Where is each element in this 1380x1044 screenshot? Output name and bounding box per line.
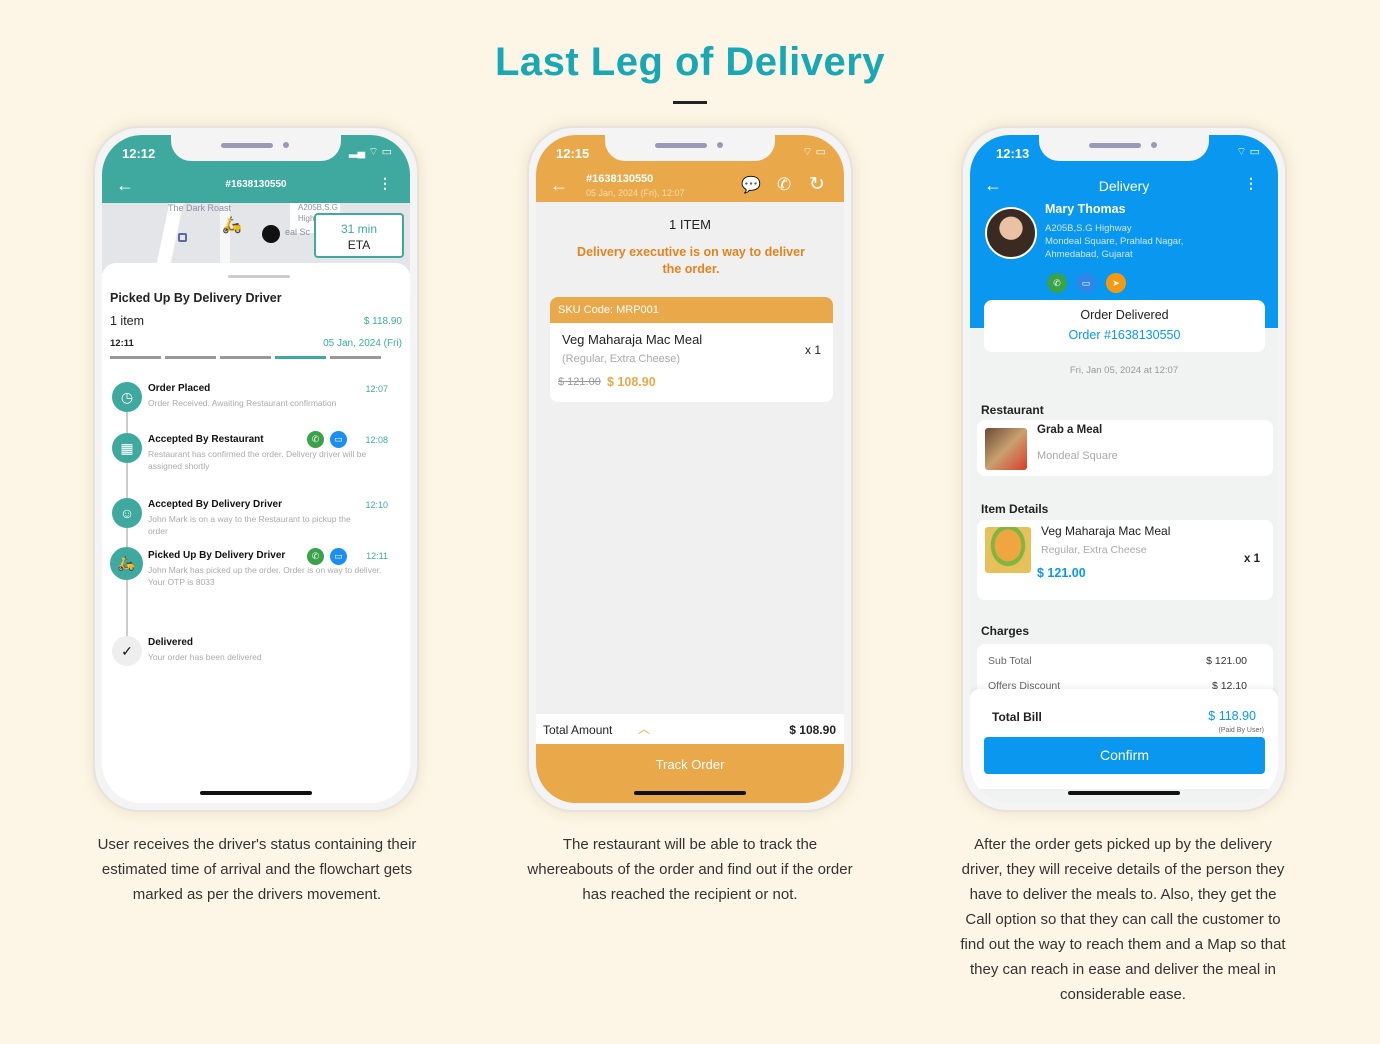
customer-avatar — [985, 207, 1037, 259]
chat-icon[interactable]: ▭ — [330, 431, 347, 448]
customer-address: A205B,S.G Highway Mondeal Square, Prahlad… — [1045, 223, 1184, 260]
restaurant-heading: Restaurant — [981, 403, 1044, 417]
total-bill-panel: Total Bill $ 118.90 (Paid By User) Confi… — [970, 689, 1278, 789]
progress-segment — [220, 356, 271, 359]
total-bill: $ 118.90 — [1208, 709, 1256, 723]
item-options: (Regular, Extra Cheese) — [562, 353, 680, 365]
back-arrow-icon[interactable]: ← — [550, 175, 568, 196]
chat-icon[interactable]: 💬 — [741, 175, 761, 195]
phone-icon[interactable]: ✆ — [777, 175, 791, 195]
phone-customer-tracking: 12:12 ▂▄ ⌔ ▭ ← #1638130550 ⋮ The Dark Ro… — [93, 126, 419, 812]
sheet-handle[interactable] — [228, 275, 290, 278]
order-status: Picked Up By Delivery Driver — [110, 291, 282, 305]
item-details-heading: Item Details — [981, 502, 1049, 516]
order-status-card: Order Delivered Order #1638130550 — [984, 300, 1265, 352]
status-time: 12:12 — [122, 146, 156, 161]
more-icon[interactable]: ⋮ — [1244, 175, 1258, 192]
bus-stop-icon — [178, 233, 187, 242]
item-image — [985, 527, 1031, 573]
status-time: 12:15 — [556, 146, 590, 161]
order-number: #1638130550 — [225, 179, 287, 190]
order-amount: $ 118.90 — [363, 316, 402, 327]
more-icon[interactable]: ⋮ — [378, 175, 392, 192]
driver-icon: ☺ — [112, 498, 142, 528]
page-title: Last Leg of Delivery — [494, 40, 886, 84]
order-date: 05 Jan, 2024 (Fri) — [323, 338, 402, 349]
status-icons: ⌔ ▭ — [1236, 146, 1260, 158]
timeline: ◷ Order Placed Order Received. Awaiting … — [102, 375, 410, 675]
total-bar[interactable]: Total Amount ︿ $ 108.90 — [536, 714, 844, 744]
scooter-icon: 🛵 — [110, 547, 143, 580]
delivery-message: Delivery executive is on way to deliver … — [577, 245, 805, 276]
progress-segment — [110, 356, 161, 359]
order-item-card: SKU Code: MRP001 Veg Maharaja Mac Meal (… — [550, 297, 833, 402]
navigate-icon[interactable]: ➤ — [1106, 273, 1126, 293]
destination-pin-icon — [262, 225, 280, 243]
old-price: $ 121.00 — [558, 376, 601, 388]
chat-icon[interactable]: ▭ — [330, 548, 347, 565]
order-date: Fri, Jan 05, 2024 at 12:07 — [1069, 365, 1179, 376]
order-number: #1638130550 — [586, 173, 654, 185]
clock-icon: ◷ — [112, 382, 142, 412]
customer-name: Mary Thomas — [1045, 202, 1126, 216]
price: $ 108.90 — [607, 375, 656, 389]
progress-segment — [330, 356, 381, 359]
title-divider — [673, 101, 707, 104]
caption-2: The restaurant will be able to track the… — [527, 836, 853, 903]
chevron-up-icon[interactable]: ︿ — [638, 720, 650, 737]
check-icon: ✓ — [112, 636, 142, 666]
item-count: 1 ITEM — [669, 217, 711, 232]
screen-title: Delivery — [1098, 178, 1150, 194]
order-clock: 12:11 — [110, 338, 134, 349]
driver-marker-icon: 🛵 — [222, 217, 242, 234]
progress-segment — [165, 356, 216, 359]
eta-box: 31 min ETA — [314, 213, 404, 258]
status-icons: ▂▄ ⌔ ▭ — [348, 146, 392, 158]
caption-3: After the order gets picked up by the de… — [960, 836, 1286, 1003]
restaurant-image — [985, 428, 1027, 470]
item-card: Veg Maharaja Mac Meal Regular, Extra Che… — [977, 520, 1273, 600]
phone-driver-delivery: 12:13 ⌔ ▭ ← Delivery ⋮ Mary Thomas A205B… — [961, 126, 1287, 812]
refresh-icon[interactable]: ↻ — [809, 173, 825, 196]
call-icon[interactable]: ✆ — [307, 548, 324, 565]
restaurant-card[interactable]: Grab a Meal Mondeal Square — [977, 420, 1273, 476]
status-time: 12:13 — [996, 146, 1030, 161]
charges-heading: Charges — [981, 624, 1030, 638]
chat-icon[interactable]: ▭ — [1076, 273, 1096, 293]
order-datetime: 05 Jan, 2024 (Fri), 12:07 — [586, 188, 685, 198]
confirm-button[interactable]: Confirm — [984, 737, 1265, 774]
call-icon[interactable]: ✆ — [307, 431, 324, 448]
total-amount: $ 108.90 — [789, 723, 836, 737]
sku-code: SKU Code: MRP001 — [550, 297, 833, 323]
order-link[interactable]: Order #1638130550 — [984, 328, 1265, 342]
progress-segment-active — [275, 356, 326, 359]
status-icons: ⌔ ▭ — [802, 146, 826, 158]
call-icon[interactable]: ✆ — [1047, 273, 1067, 293]
caption-1: User receives the driver's status contai… — [97, 836, 417, 903]
item-count: 1 item — [110, 314, 145, 328]
store-icon: ▦ — [112, 433, 142, 463]
phone-restaurant-tracking: 12:15 ⌔ ▭ ← #1638130550 05 Jan, 2024 (Fr… — [527, 126, 853, 812]
item-qty: x 1 — [804, 343, 821, 357]
item-name: Veg Maharaja Mac Meal — [562, 332, 703, 347]
